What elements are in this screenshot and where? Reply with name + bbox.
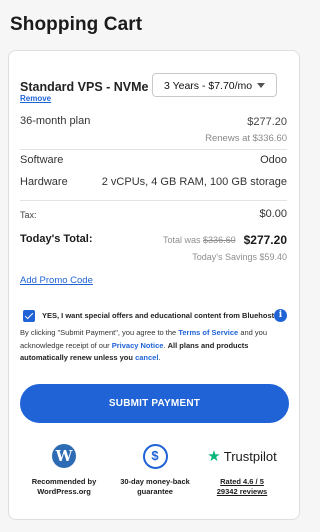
tax-label: Tax: [20,210,37,220]
hardware-label: Hardware [20,176,68,188]
wordpress-icon: W [52,444,76,468]
legal-text: By clicking "Submit Payment", you agree … [20,328,268,362]
money-back-line2: guarantee [137,487,173,496]
submit-payment-button[interactable]: SUBMIT PAYMENT [20,384,289,423]
trustpilot-rating[interactable]: Rated 4.6 / 5 [196,477,288,487]
hardware-value: 2 vCPUs, 4 GB RAM, 100 GB storage [101,176,287,188]
original-total-amount: $336.60 [203,235,236,245]
term-select-value: 3 Years - $7.70/mo [164,80,253,92]
money-back-line1: 30-day money-back [120,477,190,486]
plan-label: 36-month plan [20,115,91,127]
money-back-badge: $ 30-day money-back guarantee [109,444,201,497]
trustpilot-star-icon: ★ [207,447,221,465]
page-title: Shopping Cart [10,14,143,35]
tax-value: $0.00 [259,208,287,220]
trustpilot-brand: Trustpilot [223,448,277,464]
cart-summary-card: Standard VPS - NVMe 4 Remove 3 Years - $… [8,50,300,520]
product-name: Standard VPS - NVMe 4 [20,80,159,94]
software-value: Odoo [260,154,287,166]
renewal-price: Renews at $336.60 [205,133,287,144]
total-amount: $277.20 [243,233,287,247]
original-total: Total was $336.60 [163,235,236,245]
money-back-icon: $ [142,444,168,469]
offers-label: YES, I want special offers and education… [42,311,277,320]
remove-link[interactable]: Remove [20,94,51,103]
trustpilot-badge[interactable]: ★ Trustpilot Rated 4.6 / 5 29342 reviews [196,444,288,497]
terms-of-service-link[interactable]: Terms of Service [178,328,238,337]
privacy-notice-link[interactable]: Privacy Notice [112,341,164,350]
offers-checkbox[interactable] [23,310,35,322]
plan-price: $277.20 [247,116,287,128]
wordpress-badge: W Recommended by WordPress.org [18,444,110,497]
total-label: Today's Total: [20,233,93,245]
software-label: Software [20,154,64,166]
divider [20,200,287,201]
divider [20,149,287,150]
savings-text: Today's Savings $59.40 [192,252,287,262]
info-icon[interactable]: i [274,309,287,322]
wordpress-badge-line1: Recommended by [31,477,97,486]
add-promo-code-link[interactable]: Add Promo Code [20,275,93,286]
wordpress-badge-line2: WordPress.org [37,487,91,496]
term-select[interactable]: 3 Years - $7.70/mo [152,73,277,97]
chevron-down-icon [257,83,265,88]
cancel-link[interactable]: cancel [135,353,158,362]
trustpilot-reviews[interactable]: 29342 reviews [196,487,288,497]
